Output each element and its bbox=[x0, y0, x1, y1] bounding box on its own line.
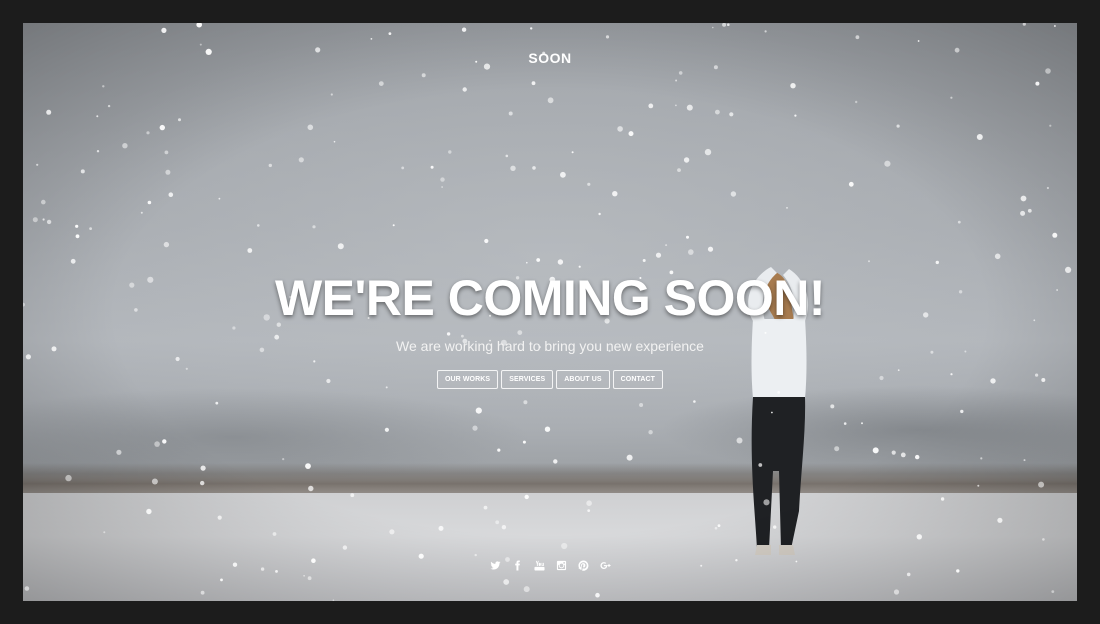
twitter-icon[interactable] bbox=[489, 559, 501, 571]
hero-section: SOON WE'RE COMING SOON! We are working h… bbox=[23, 23, 1077, 601]
facebook-icon[interactable] bbox=[511, 559, 523, 571]
nav-button-our-works[interactable]: OUR WORKS bbox=[436, 370, 499, 389]
social-links bbox=[23, 559, 1077, 571]
google-plus-icon[interactable] bbox=[599, 559, 611, 571]
page-subheadline: We are working hard to bring you new exp… bbox=[396, 338, 704, 354]
nav-button-services[interactable]: SERVICES bbox=[501, 370, 554, 389]
nav-button-about-us[interactable]: ABOUT US bbox=[556, 370, 610, 389]
brand-logo[interactable]: SOON bbox=[23, 50, 1077, 66]
pinterest-icon[interactable] bbox=[577, 559, 589, 571]
page-headline: WE'RE COMING SOON! bbox=[274, 270, 826, 326]
nav-button-contact[interactable]: CONTACT bbox=[612, 370, 664, 389]
instagram-icon[interactable] bbox=[555, 559, 567, 571]
youtube-icon[interactable] bbox=[533, 559, 545, 571]
nav-menu: OUR WORKS SERVICES ABOUT US CONTACT bbox=[23, 370, 1077, 389]
